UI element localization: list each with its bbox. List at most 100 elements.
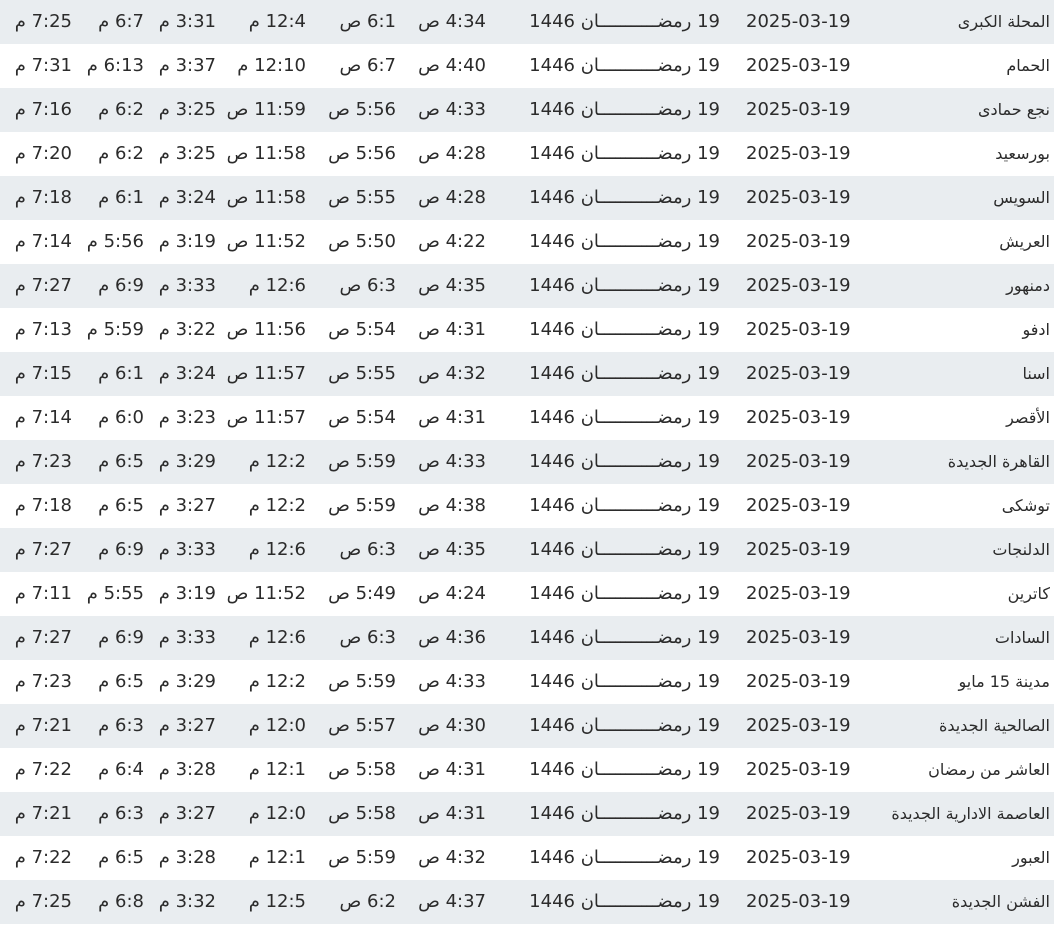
fajr-time: 4:33 ص [418, 451, 486, 472]
sunrise-time: 6:7 ص [339, 55, 396, 76]
city-name: الحمام [1006, 56, 1050, 75]
isha-time: 7:14 م [14, 407, 72, 428]
hijri-date: 19 رمضـــــــــــان 1446 [529, 847, 720, 868]
asr-time: 3:29 م [158, 451, 216, 472]
asr-time: 3:33 م [158, 275, 216, 296]
isha-time: 7:23 م [14, 451, 72, 472]
gregorian-date: 2025-03-19 [746, 671, 851, 692]
sunrise-time: 6:2 ص [339, 891, 396, 912]
asr-time: 3:24 م [158, 363, 216, 384]
city-name: العاشر من رمضان [928, 760, 1050, 779]
maghrib-time: 6:7 م [98, 11, 144, 32]
dhuhr-time: 12:1 م [248, 847, 306, 868]
isha-time: 7:27 م [14, 627, 72, 648]
table-row: الدلنجات 2025-03-19 19 رمضـــــــــــان … [0, 528, 1054, 572]
city-name: العاصمة الادارية الجديدة [891, 804, 1050, 823]
maghrib-time: 6:2 م [98, 99, 144, 120]
prayer-times-table: المحلة الكبرى 2025-03-19 19 رمضـــــــــ… [0, 0, 1054, 924]
city-name: العريش [999, 232, 1050, 251]
isha-time: 7:21 م [14, 715, 72, 736]
fajr-time: 4:40 ص [418, 55, 486, 76]
dhuhr-time: 11:56 ص [226, 319, 306, 340]
fajr-time: 4:35 ص [418, 539, 486, 560]
isha-time: 7:25 م [14, 11, 72, 32]
table-row: توشكى 2025-03-19 19 رمضـــــــــــان 144… [0, 484, 1054, 528]
asr-time: 3:31 م [158, 11, 216, 32]
table-row: الفشن الجديدة 2025-03-19 19 رمضـــــــــ… [0, 880, 1054, 924]
isha-time: 7:23 م [14, 671, 72, 692]
city-name: توشكى [1001, 496, 1050, 515]
city-name: ادفو [1022, 320, 1050, 339]
dhuhr-time: 12:2 م [248, 451, 306, 472]
city-name: دمنهور [1006, 276, 1050, 295]
hijri-date: 19 رمضـــــــــــان 1446 [529, 275, 720, 296]
table-row: السويس 2025-03-19 19 رمضـــــــــــان 14… [0, 176, 1054, 220]
hijri-date: 19 رمضـــــــــــان 1446 [529, 759, 720, 780]
fajr-time: 4:34 ص [418, 11, 486, 32]
asr-time: 3:29 م [158, 671, 216, 692]
hijri-date: 19 رمضـــــــــــان 1446 [529, 583, 720, 604]
gregorian-date: 2025-03-19 [746, 495, 851, 516]
table-row: العريش 2025-03-19 19 رمضـــــــــــان 14… [0, 220, 1054, 264]
city-name: الفشن الجديدة [951, 892, 1050, 911]
sunrise-time: 5:56 ص [328, 143, 396, 164]
asr-time: 3:33 م [158, 627, 216, 648]
asr-time: 3:25 م [158, 99, 216, 120]
hijri-date: 19 رمضـــــــــــان 1446 [529, 99, 720, 120]
maghrib-time: 5:55 م [86, 583, 144, 604]
asr-time: 3:33 م [158, 539, 216, 560]
gregorian-date: 2025-03-19 [746, 847, 851, 868]
city-name: اسنا [1022, 364, 1050, 383]
fajr-time: 4:32 ص [418, 847, 486, 868]
hijri-date: 19 رمضـــــــــــان 1446 [529, 231, 720, 252]
table-row: ادفو 2025-03-19 19 رمضـــــــــــان 1446… [0, 308, 1054, 352]
sunrise-time: 6:1 ص [339, 11, 396, 32]
table-row: القاهرة الجديدة 2025-03-19 19 رمضـــــــ… [0, 440, 1054, 484]
dhuhr-time: 11:58 ص [226, 187, 306, 208]
fajr-time: 4:30 ص [418, 715, 486, 736]
hijri-date: 19 رمضـــــــــــان 1446 [529, 539, 720, 560]
dhuhr-time: 12:0 م [248, 715, 306, 736]
gregorian-date: 2025-03-19 [746, 231, 851, 252]
dhuhr-time: 11:57 ص [226, 363, 306, 384]
sunrise-time: 5:59 ص [328, 451, 396, 472]
sunrise-time: 6:3 ص [339, 627, 396, 648]
sunrise-time: 5:59 ص [328, 847, 396, 868]
table-row: نجع حمادى 2025-03-19 19 رمضـــــــــــان… [0, 88, 1054, 132]
maghrib-time: 5:56 م [86, 231, 144, 252]
dhuhr-time: 11:57 ص [226, 407, 306, 428]
maghrib-time: 6:8 م [98, 891, 144, 912]
hijri-date: 19 رمضـــــــــــان 1446 [529, 627, 720, 648]
fajr-time: 4:31 ص [418, 407, 486, 428]
city-name: الدلنجات [992, 540, 1050, 559]
gregorian-date: 2025-03-19 [746, 99, 851, 120]
hijri-date: 19 رمضـــــــــــان 1446 [529, 363, 720, 384]
asr-time: 3:19 م [158, 231, 216, 252]
city-name: الصالحية الجديدة [938, 716, 1050, 735]
maghrib-time: 6:1 م [98, 187, 144, 208]
sunrise-time: 5:59 ص [328, 495, 396, 516]
asr-time: 3:27 م [158, 803, 216, 824]
table-row: دمنهور 2025-03-19 19 رمضـــــــــــان 14… [0, 264, 1054, 308]
city-name: العبور [1012, 848, 1050, 867]
dhuhr-time: 11:52 ص [226, 231, 306, 252]
gregorian-date: 2025-03-19 [746, 11, 851, 32]
sunrise-time: 5:55 ص [328, 187, 396, 208]
maghrib-time: 6:4 م [98, 759, 144, 780]
dhuhr-time: 11:58 ص [226, 143, 306, 164]
dhuhr-time: 12:6 م [248, 539, 306, 560]
gregorian-date: 2025-03-19 [746, 715, 851, 736]
isha-time: 7:22 م [14, 847, 72, 868]
hijri-date: 19 رمضـــــــــــان 1446 [529, 143, 720, 164]
sunrise-time: 5:55 ص [328, 363, 396, 384]
fajr-time: 4:31 ص [418, 759, 486, 780]
table-row: الحمام 2025-03-19 19 رمضـــــــــــان 14… [0, 44, 1054, 88]
dhuhr-time: 12:5 م [248, 891, 306, 912]
isha-time: 7:13 م [14, 319, 72, 340]
sunrise-time: 5:58 ص [328, 803, 396, 824]
maghrib-time: 6:3 م [98, 803, 144, 824]
hijri-date: 19 رمضـــــــــــان 1446 [529, 891, 720, 912]
fajr-time: 4:38 ص [418, 495, 486, 516]
sunrise-time: 5:58 ص [328, 759, 396, 780]
asr-time: 3:27 م [158, 495, 216, 516]
